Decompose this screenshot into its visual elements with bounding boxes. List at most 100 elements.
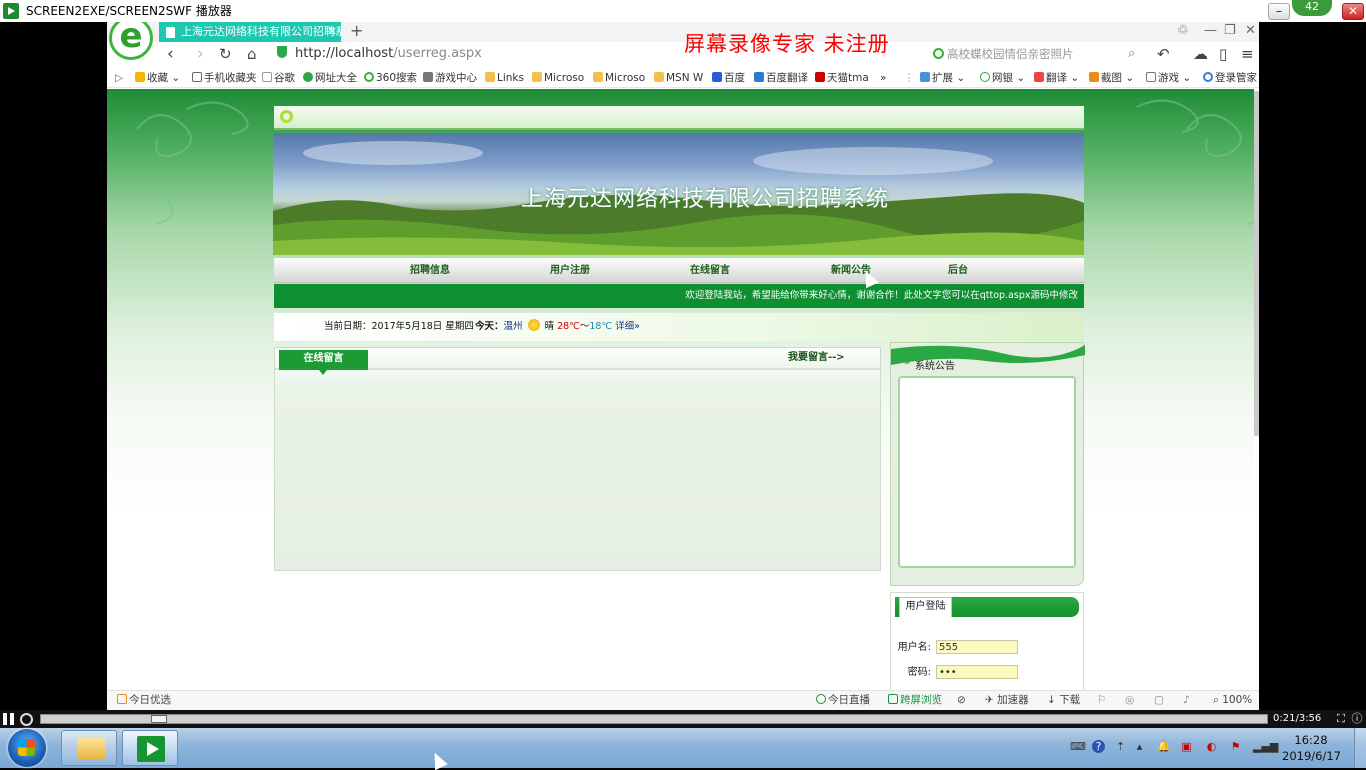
- ext-item[interactable]: 网银 ⌄: [980, 68, 1025, 88]
- ext-item[interactable]: 翻译 ⌄: [1034, 68, 1079, 88]
- bookmark-folder[interactable]: Microso: [532, 68, 584, 88]
- player-minimize-button[interactable]: –: [1268, 3, 1290, 20]
- show-hidden-icons[interactable]: ▴: [1133, 740, 1146, 753]
- phone-icon[interactable]: ▯: [1219, 44, 1227, 64]
- bookmark-item[interactable]: 百度翻译: [754, 68, 808, 88]
- tray-arrows-icon[interactable]: ⇡: [1114, 740, 1127, 753]
- site-banner: 上海元达网络科技有限公司招聘系统: [273, 133, 1084, 255]
- page-scrollbar[interactable]: [1254, 89, 1259, 689]
- live-button[interactable]: 今日直播: [816, 691, 870, 710]
- web-page: 上海元达网络科技有限公司招聘系统 招聘信息 用户注册 在线留言 新闻公告 后台 …: [107, 89, 1259, 692]
- bookmark-item[interactable]: 手机收藏夹: [192, 68, 257, 88]
- tab-close-icon[interactable]: ✕: [328, 22, 337, 42]
- window-icon[interactable]: ▢: [1154, 691, 1164, 710]
- search-icon[interactable]: [280, 110, 293, 123]
- daily-picks[interactable]: 今日优选: [117, 691, 171, 710]
- tab-bar: e 上海元达网络科技有限公司招聘系 ✕ + ♲ — ❐ ✕: [107, 22, 1259, 60]
- volume-icon[interactable]: ◐: [1205, 740, 1218, 753]
- search-input[interactable]: 高校蝶校园情侣亲密照片: [933, 44, 1143, 64]
- nav-guestbook[interactable]: 在线留言: [690, 258, 730, 283]
- window-minimize-button[interactable]: —: [1204, 22, 1217, 40]
- bookmark-item[interactable]: 百度: [712, 68, 745, 88]
- url-input[interactable]: http://localhost/userreg.aspx: [277, 44, 737, 64]
- back-button[interactable]: ‹: [167, 43, 174, 65]
- browser-status-bar: 今日优选 今日直播 跨屏浏览 ⊘ ✈ 加速器 ↓ 下载 ⚐ ◎ ▢ ♪ ⌕ 10…: [107, 690, 1259, 710]
- username-input[interactable]: [936, 640, 1018, 654]
- nav-register[interactable]: 用户注册: [550, 258, 590, 283]
- security-icon[interactable]: ▣: [1180, 740, 1193, 753]
- password-input[interactable]: [936, 665, 1018, 679]
- skin-icon[interactable]: ♲: [1177, 22, 1189, 40]
- forward-button[interactable]: ›: [197, 43, 204, 65]
- new-tab-button[interactable]: +: [350, 22, 363, 40]
- share-icon[interactable]: ◎: [1125, 691, 1134, 710]
- search-icon[interactable]: ⌕: [1128, 44, 1135, 64]
- search-engine-icon: [364, 72, 374, 82]
- loop-icon[interactable]: [20, 713, 33, 726]
- nav-jobs[interactable]: 招聘信息: [410, 258, 450, 283]
- star-icon: [135, 72, 145, 82]
- progress-thumb[interactable]: [151, 715, 167, 723]
- page-favicon-icon: [166, 27, 175, 38]
- sound-icon[interactable]: ♪: [1183, 691, 1190, 710]
- flag-icon[interactable]: ⚐: [1097, 691, 1106, 710]
- taskbar-player[interactable]: [122, 730, 178, 766]
- bookmark-item[interactable]: 360搜索: [364, 68, 417, 88]
- url-path: /userreg.aspx: [393, 46, 482, 61]
- ext-item[interactable]: 游戏 ⌄: [1146, 68, 1191, 88]
- bookmark-item[interactable]: 谷歌: [262, 68, 295, 88]
- bookmark-item[interactable]: 收藏 ⌄: [135, 68, 180, 88]
- notification-icon[interactable]: 🔔: [1157, 740, 1171, 753]
- secure-shield-icon: [277, 46, 287, 58]
- refresh-icon[interactable]: ⊘: [957, 691, 966, 710]
- bookmarks-overflow-button[interactable]: »: [880, 68, 886, 88]
- ext-item[interactable]: 登录管家: [1203, 68, 1257, 88]
- download-button[interactable]: ↓ 下载: [1047, 691, 1080, 710]
- zoom-level[interactable]: ⌕ 100%: [1213, 691, 1252, 710]
- welcome-marquee: 欢迎登陆我站，希望能给你带来好心情，谢谢合作！此处文字您可以在qttop.asp…: [274, 284, 1084, 308]
- guestbook-tab[interactable]: 在线留言: [279, 350, 368, 375]
- window-restore-button[interactable]: ❐: [1224, 22, 1236, 40]
- folder-icon: [77, 738, 105, 760]
- show-desktop-button[interactable]: [1354, 728, 1366, 768]
- taskbar-explorer[interactable]: [61, 730, 117, 766]
- bookmark-folder[interactable]: Microso: [593, 68, 645, 88]
- post-message-link[interactable]: 我要留言-->: [788, 348, 845, 368]
- player-close-button[interactable]: ✕: [1342, 3, 1364, 20]
- window-close-button[interactable]: ✕: [1245, 22, 1256, 40]
- info-icon[interactable]: ⓘ: [1350, 712, 1364, 726]
- menu-icon[interactable]: ≡: [1241, 44, 1254, 64]
- bookmarks-bar: ▷ 收藏 ⌄ 手机收藏夹 谷歌 网址大全 360搜索 游戏中心 Links Mi…: [107, 68, 1259, 88]
- bookmark-folder[interactable]: Links: [485, 68, 524, 88]
- nav-admin[interactable]: 后台: [948, 258, 968, 283]
- flag-icon[interactable]: ⚑: [1229, 740, 1242, 753]
- accelerator-button[interactable]: ✈ 加速器: [985, 691, 1029, 710]
- tab-title: 上海元达网络科技有限公司招聘系: [181, 25, 341, 38]
- playback-progress[interactable]: [40, 714, 1268, 724]
- tab-active[interactable]: 上海元达网络科技有限公司招聘系 ✕: [159, 22, 341, 42]
- bookmark-folder[interactable]: MSN W: [654, 68, 703, 88]
- system-clock[interactable]: 16:28 2019/6/17: [1282, 732, 1341, 764]
- fullscreen-icon[interactable]: ⛶: [1334, 712, 1348, 726]
- phone-icon: [888, 694, 898, 704]
- cloud-icon[interactable]: ☁: [1193, 44, 1208, 64]
- cross-screen-button[interactable]: 跨屏浏览: [888, 691, 942, 710]
- home-button[interactable]: ⌂: [247, 43, 257, 65]
- site-search-strip: [274, 106, 1084, 130]
- keyboard-icon[interactable]: ⌨: [1070, 740, 1086, 753]
- search-placeholder: 高校蝶校园情侣亲密照片: [947, 47, 1074, 61]
- bookmark-item[interactable]: 网址大全: [303, 68, 357, 88]
- bookmark-item[interactable]: 天猫tma: [815, 68, 869, 88]
- pause-icon[interactable]: [3, 713, 14, 725]
- start-button[interactable]: [8, 729, 46, 767]
- help-icon[interactable]: ?: [1092, 740, 1105, 753]
- ext-item[interactable]: 扩展 ⌄: [920, 68, 965, 88]
- scrollbar-thumb[interactable]: [1254, 91, 1259, 436]
- ext-item[interactable]: 截图 ⌄: [1089, 68, 1134, 88]
- network-icon[interactable]: ▂▄▆: [1253, 740, 1278, 753]
- undo-icon[interactable]: ↶: [1157, 44, 1170, 64]
- weather-detail-link[interactable]: 详细»: [615, 321, 640, 332]
- refresh-button[interactable]: ↻: [219, 43, 232, 65]
- sidebar-toggle-icon[interactable]: ▷: [115, 68, 123, 88]
- bookmark-item[interactable]: 游戏中心: [423, 68, 477, 88]
